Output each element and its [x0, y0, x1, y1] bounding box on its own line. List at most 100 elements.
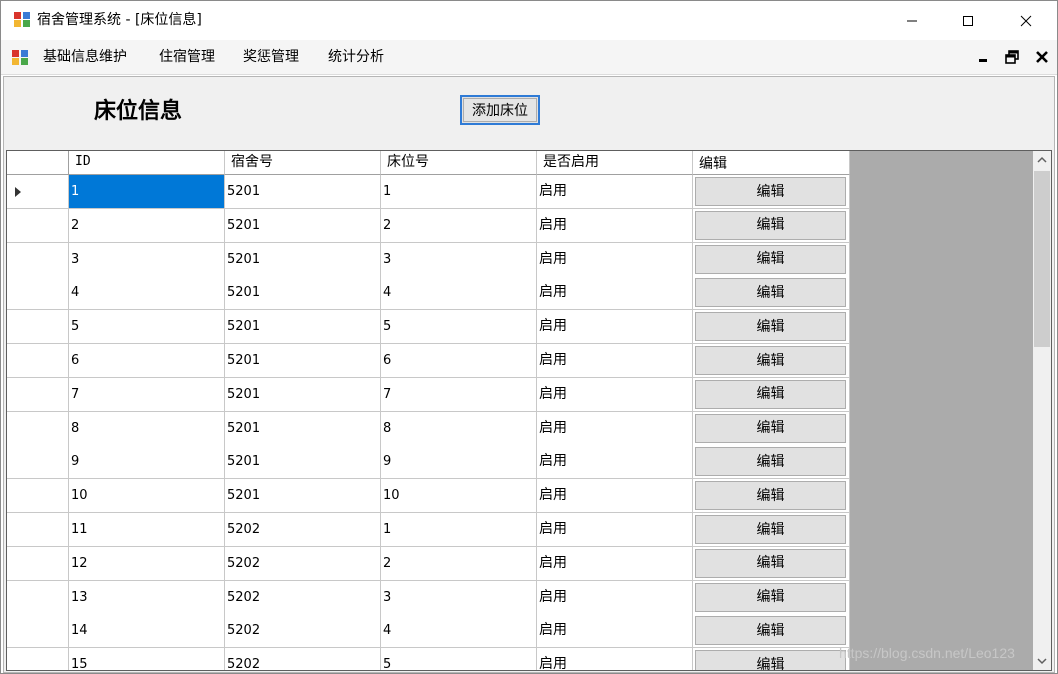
- cell-id[interactable]: 14: [69, 614, 225, 649]
- table-row[interactable]: 12 5202 2 启用 编辑: [7, 546, 850, 581]
- bed-data-grid[interactable]: ID 宿舍号 床位号 是否启用 编辑 1 5201 1 启用 编辑 2 5201 2 启用 编辑 3…: [6, 150, 1052, 671]
- edit-row-button[interactable]: 编辑: [695, 177, 846, 206]
- cell-id[interactable]: 5: [69, 310, 225, 345]
- cell-dorm[interactable]: 5201: [225, 445, 381, 480]
- edit-row-button[interactable]: 编辑: [695, 582, 846, 612]
- column-header-edit[interactable]: 编辑: [693, 151, 850, 175]
- mdi-minimize-button[interactable]: [975, 48, 993, 66]
- cell-enabled[interactable]: 启用: [537, 310, 693, 345]
- cell-bed[interactable]: 4: [381, 614, 537, 649]
- cell-bed[interactable]: 3: [381, 242, 537, 277]
- cell-bed[interactable]: 10: [381, 479, 537, 514]
- row-header[interactable]: [7, 276, 69, 311]
- minimize-button[interactable]: [889, 1, 935, 40]
- cell-id[interactable]: 11: [69, 513, 225, 547]
- cell-id[interactable]: 4: [69, 276, 225, 311]
- table-row[interactable]: 11 5202 1 启用 编辑: [7, 513, 850, 547]
- edit-row-button[interactable]: 编辑: [695, 312, 846, 342]
- column-header-bed[interactable]: 床位号: [381, 151, 537, 175]
- cell-id[interactable]: 13: [69, 580, 225, 615]
- menu-item-basic-info[interactable]: 基础信息维护: [41, 48, 129, 66]
- table-row[interactable]: 9 5201 9 启用 编辑: [7, 445, 850, 480]
- table-row[interactable]: 7 5201 7 启用 编辑: [7, 377, 850, 412]
- edit-row-button[interactable]: 编辑: [695, 481, 846, 511]
- table-row[interactable]: 15 5202 5 启用 编辑: [7, 648, 850, 670]
- table-row[interactable]: 3 5201 3 启用 编辑: [7, 242, 850, 277]
- row-header[interactable]: [7, 479, 69, 514]
- cell-id[interactable]: 3: [69, 242, 225, 277]
- cell-enabled[interactable]: 启用: [537, 614, 693, 649]
- cell-id[interactable]: 10: [69, 479, 225, 514]
- cell-bed[interactable]: 5: [381, 648, 537, 670]
- scrollbar-thumb[interactable]: [1034, 171, 1050, 347]
- row-header[interactable]: [7, 580, 69, 615]
- cell-enabled[interactable]: 启用: [537, 445, 693, 480]
- column-header-id[interactable]: ID: [69, 151, 225, 175]
- menu-item-lodging[interactable]: 住宿管理: [157, 48, 217, 66]
- cell-bed[interactable]: 2: [381, 546, 537, 581]
- cell-enabled[interactable]: 启用: [537, 242, 693, 277]
- cell-bed[interactable]: 8: [381, 411, 537, 446]
- row-header[interactable]: [7, 242, 69, 277]
- cell-enabled[interactable]: 启用: [537, 546, 693, 581]
- cell-dorm[interactable]: 5201: [225, 310, 381, 345]
- cell-enabled[interactable]: 启用: [537, 479, 693, 514]
- cell-enabled[interactable]: 启用: [537, 377, 693, 412]
- row-header[interactable]: [7, 377, 69, 412]
- cell-enabled[interactable]: 启用: [537, 344, 693, 378]
- cell-dorm[interactable]: 5202: [225, 648, 381, 670]
- edit-row-button[interactable]: 编辑: [695, 278, 846, 308]
- table-row[interactable]: 1 5201 1 启用 编辑: [7, 175, 850, 209]
- column-header-dorm[interactable]: 宿舍号: [225, 151, 381, 175]
- edit-row-button[interactable]: 编辑: [695, 650, 846, 670]
- cell-enabled[interactable]: 启用: [537, 513, 693, 547]
- edit-row-button[interactable]: 编辑: [695, 244, 846, 274]
- cell-bed[interactable]: 9: [381, 445, 537, 480]
- cell-bed[interactable]: 4: [381, 276, 537, 311]
- row-header[interactable]: [7, 208, 69, 243]
- table-row[interactable]: 5 5201 5 启用 编辑: [7, 310, 850, 345]
- cell-id[interactable]: 2: [69, 208, 225, 243]
- row-header[interactable]: [7, 546, 69, 581]
- edit-row-button[interactable]: 编辑: [695, 346, 846, 375]
- cell-dorm[interactable]: 5201: [225, 276, 381, 311]
- cell-enabled[interactable]: 启用: [537, 208, 693, 243]
- row-header[interactable]: [7, 344, 69, 378]
- row-header[interactable]: [7, 513, 69, 547]
- cell-dorm[interactable]: 5201: [225, 208, 381, 243]
- edit-row-button[interactable]: 编辑: [695, 413, 846, 443]
- cell-bed[interactable]: 2: [381, 208, 537, 243]
- table-row[interactable]: 13 5202 3 启用 编辑: [7, 580, 850, 615]
- cell-id[interactable]: 7: [69, 377, 225, 412]
- cell-enabled[interactable]: 启用: [537, 648, 693, 670]
- close-button[interactable]: [1003, 1, 1049, 40]
- cell-dorm[interactable]: 5201: [225, 479, 381, 514]
- table-row[interactable]: 2 5201 2 启用 编辑: [7, 208, 850, 243]
- table-row[interactable]: 14 5202 4 启用 编辑: [7, 614, 850, 649]
- cell-id[interactable]: 12: [69, 546, 225, 581]
- table-row[interactable]: 4 5201 4 启用 编辑: [7, 276, 850, 311]
- edit-row-button[interactable]: 编辑: [695, 616, 846, 646]
- cell-id[interactable]: 6: [69, 344, 225, 378]
- scroll-down-button[interactable]: [1033, 652, 1051, 670]
- cell-dorm[interactable]: 5202: [225, 580, 381, 615]
- cell-id[interactable]: 9: [69, 445, 225, 480]
- cell-enabled[interactable]: 启用: [537, 580, 693, 615]
- edit-row-button[interactable]: 编辑: [695, 379, 846, 409]
- cell-enabled[interactable]: 启用: [537, 276, 693, 311]
- mdi-close-button[interactable]: [1033, 48, 1051, 66]
- cell-dorm[interactable]: 5202: [225, 513, 381, 547]
- cell-bed[interactable]: 7: [381, 377, 537, 412]
- row-header[interactable]: [7, 411, 69, 446]
- cell-id[interactable]: 1: [69, 175, 225, 209]
- menu-item-rewards[interactable]: 奖惩管理: [241, 48, 301, 66]
- cell-bed[interactable]: 6: [381, 344, 537, 378]
- cell-enabled[interactable]: 启用: [537, 411, 693, 446]
- table-row[interactable]: 8 5201 8 启用 编辑: [7, 411, 850, 446]
- cell-dorm[interactable]: 5202: [225, 546, 381, 581]
- cell-dorm[interactable]: 5201: [225, 344, 381, 378]
- add-bed-button[interactable]: 添加床位: [460, 95, 540, 125]
- cell-dorm[interactable]: 5201: [225, 411, 381, 446]
- edit-row-button[interactable]: 编辑: [695, 548, 846, 578]
- vertical-scrollbar[interactable]: [1033, 151, 1051, 670]
